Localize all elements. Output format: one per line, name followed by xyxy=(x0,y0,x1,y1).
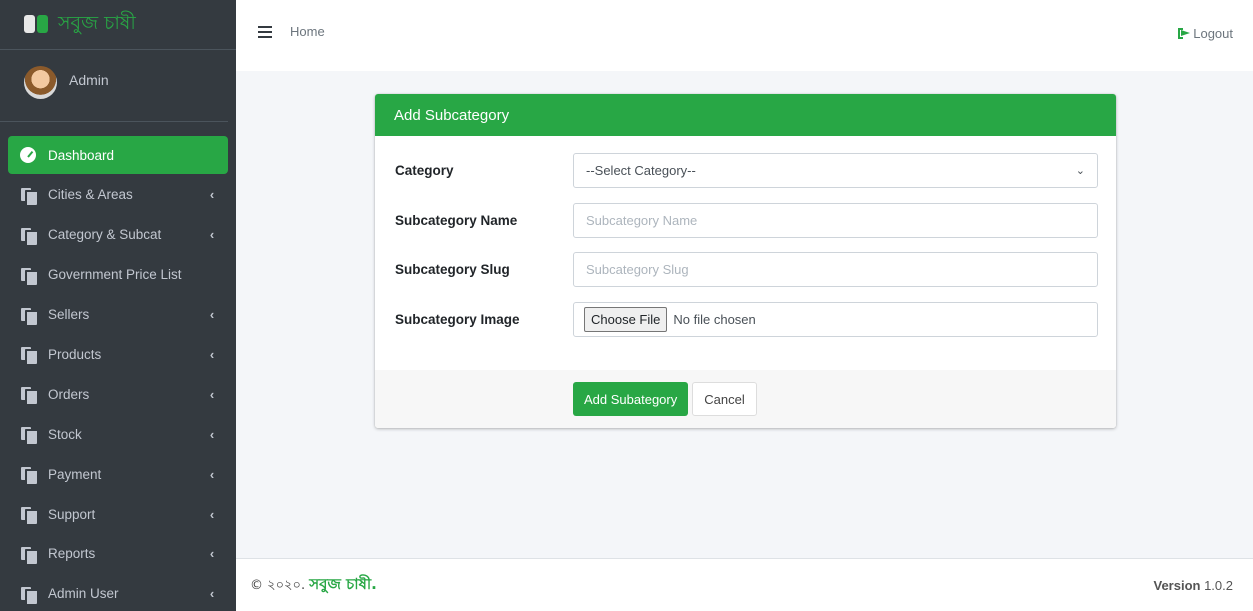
subcategory-slug-row: Subcategory Slug Subcategory Slug xyxy=(375,252,1116,287)
copy-icon xyxy=(20,506,37,525)
chevron-left-icon: ‹ xyxy=(209,386,215,402)
chevron-left-icon: ‹ xyxy=(209,307,215,323)
brand-logo-icon xyxy=(24,14,48,35)
chevron-left-icon: ‹ xyxy=(209,227,215,243)
sidebar-item-label: Category & Subcat xyxy=(48,227,162,243)
sidebar-item-dashboard[interactable]: Dashboard xyxy=(8,136,228,174)
sidebar-item-label: Stock xyxy=(48,426,82,442)
logout-button[interactable]: Logout xyxy=(1178,26,1233,41)
form-body: Category --Select Category-- ⌄ Subcatego… xyxy=(375,136,1116,370)
copyright-prefix: © ২০২০. xyxy=(250,577,306,593)
choose-file-button[interactable]: Choose File xyxy=(584,306,668,332)
topbar: Home Logout xyxy=(236,0,1253,71)
subcategory-slug-input[interactable]: Subcategory Slug xyxy=(573,252,1098,287)
sidebar-nav: Dashboard Cities & Areas ‹ Category & Su… xyxy=(0,122,236,611)
chevron-left-icon: ‹ xyxy=(209,346,215,362)
card-title: Add Subcategory xyxy=(375,94,1116,136)
version-value: 1.0.2 xyxy=(1204,577,1233,593)
hamburger-menu-icon[interactable] xyxy=(258,26,272,38)
subcategory-slug-label: Subcategory Slug xyxy=(395,262,510,277)
sidebar-item-label: Government Price List xyxy=(48,267,182,283)
sidebar-item-label: Reports xyxy=(48,546,96,562)
file-status: No file chosen xyxy=(673,311,756,327)
copy-icon xyxy=(20,546,37,564)
sidebar-item-label: Orders xyxy=(48,386,90,402)
chevron-left-icon: ‹ xyxy=(209,586,215,602)
chevron-left-icon: ‹ xyxy=(209,466,215,482)
card-footer: Add Subategory Cancel xyxy=(375,370,1116,428)
sidebar-item-cities-areas[interactable]: Cities & Areas ‹ xyxy=(8,176,228,214)
sidebar-item-label: Products xyxy=(48,346,102,362)
subcategory-image-row: Subcategory Image Choose File No file ch… xyxy=(375,301,1116,337)
copy-icon xyxy=(20,346,37,365)
sidebar-item-admin-user[interactable]: Admin User ‹ xyxy=(8,575,228,611)
dashboard-icon xyxy=(20,147,36,163)
copy-icon xyxy=(20,267,37,285)
chevron-left-icon: ‹ xyxy=(209,546,215,562)
home-link[interactable]: Home xyxy=(290,24,325,39)
add-subcategory-button[interactable]: Add Subategory xyxy=(573,382,689,416)
sidebar-item-payment[interactable]: Payment ‹ xyxy=(8,455,228,493)
category-select-value: --Select Category-- xyxy=(586,163,696,178)
sidebar-item-products[interactable]: Products ‹ xyxy=(8,335,228,373)
copy-icon xyxy=(20,466,37,485)
copy-icon xyxy=(20,187,37,205)
chevron-left-icon: ‹ xyxy=(209,187,215,203)
copy-icon xyxy=(20,586,37,604)
category-select[interactable]: --Select Category-- ⌄ xyxy=(573,153,1098,188)
category-label: Category xyxy=(395,163,454,178)
copy-icon xyxy=(20,307,37,325)
version-label: Version xyxy=(1153,577,1201,593)
sidebar-item-government-price-list[interactable]: Government Price List xyxy=(8,256,228,294)
sidebar-item-stock[interactable]: Stock ‹ xyxy=(8,415,228,453)
sidebar-item-label: Dashboard xyxy=(48,147,115,163)
sidebar-item-sellers[interactable]: Sellers ‹ xyxy=(8,296,228,334)
chevron-down-icon: ⌄ xyxy=(1075,165,1085,177)
sidebar-item-category-subcat[interactable]: Category & Subcat ‹ xyxy=(8,216,228,254)
logout-label: Logout xyxy=(1193,26,1233,41)
avatar xyxy=(24,66,57,99)
sidebar-item-label: Sellers xyxy=(48,307,90,323)
page-footer: © ২০২০. সবুজ চাষী. Version 1.0.2 xyxy=(236,558,1253,611)
add-subcategory-card: Add Subcategory Category --Select Catego… xyxy=(375,94,1116,428)
chevron-left-icon: ‹ xyxy=(209,426,215,442)
copy-icon xyxy=(20,386,37,405)
subcategory-name-row: Subcategory Name Subcategory Name xyxy=(375,202,1116,238)
sign-out-icon xyxy=(1178,28,1191,39)
copy-icon xyxy=(20,227,37,245)
sidebar: সবুজ চাষী Admin Dashboard Cities & Areas… xyxy=(0,0,236,611)
sidebar-item-reports[interactable]: Reports ‹ xyxy=(8,535,228,573)
category-row: Category --Select Category-- ⌄ xyxy=(375,153,1116,188)
sidebar-item-orders[interactable]: Orders ‹ xyxy=(8,375,228,413)
brand-link[interactable]: সবুজ চাষী xyxy=(0,0,236,50)
copyright-brand-link[interactable]: সবুজ চাষী. xyxy=(309,575,377,593)
brand-name: সবুজ চাষী xyxy=(58,11,136,34)
sidebar-item-label: Support xyxy=(48,506,96,522)
subcategory-image-label: Subcategory Image xyxy=(395,311,520,327)
copy-icon xyxy=(20,426,37,445)
sidebar-item-label: Cities & Areas xyxy=(48,187,133,203)
subcategory-name-label: Subcategory Name xyxy=(395,212,518,228)
user-name: Admin xyxy=(69,72,109,88)
cancel-button[interactable]: Cancel xyxy=(692,382,757,416)
chevron-left-icon: ‹ xyxy=(209,506,215,522)
sidebar-item-label: Admin User xyxy=(48,586,119,602)
sidebar-item-label: Payment xyxy=(48,466,102,482)
subcategory-name-input[interactable]: Subcategory Name xyxy=(573,202,1098,238)
version-info: Version 1.0.2 xyxy=(1153,578,1233,593)
subcategory-image-file-input[interactable]: Choose File No file chosen xyxy=(573,301,1098,337)
user-panel[interactable]: Admin xyxy=(0,50,228,122)
sidebar-item-support[interactable]: Support ‹ xyxy=(8,495,228,533)
copyright: © ২০২০. সবুজ চাষী. xyxy=(250,573,377,598)
